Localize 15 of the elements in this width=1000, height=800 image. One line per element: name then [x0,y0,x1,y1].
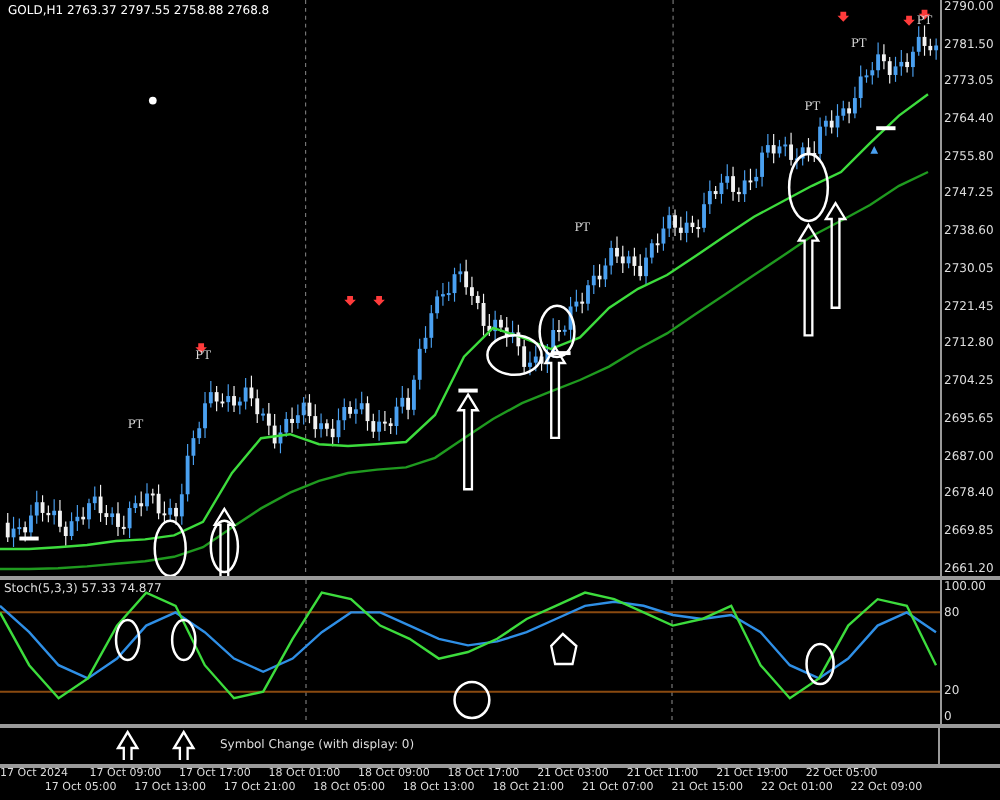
down-arrow-icon [373,295,385,306]
circle-mark [209,519,240,574]
circle-mark [114,618,141,662]
down-arrow-icon [195,343,207,354]
circle-mark [453,680,491,720]
down-arrow-icon [837,11,850,22]
pentagon-mark [549,632,578,666]
grid-line [671,580,673,724]
circle-mark [805,642,835,686]
dot-icon [148,96,157,105]
circle-mark [170,618,197,662]
circle-mark [787,152,830,223]
grid-line [305,580,307,724]
down-arrow-icon [344,295,356,306]
circle-mark [153,519,187,576]
